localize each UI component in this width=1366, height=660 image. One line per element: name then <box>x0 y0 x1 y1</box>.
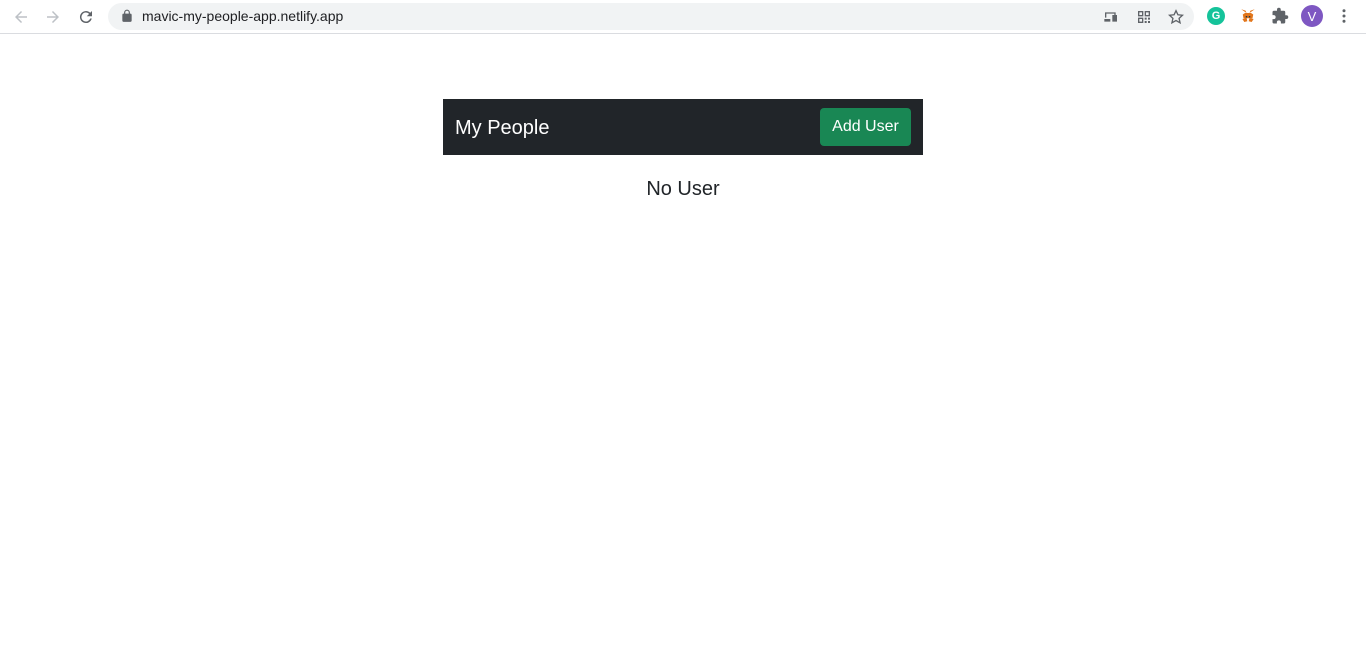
back-icon[interactable] <box>9 5 33 29</box>
more-menu-icon[interactable] <box>1334 6 1354 26</box>
metamask-icon[interactable] <box>1238 6 1258 26</box>
reload-icon[interactable] <box>74 5 98 29</box>
empty-state-message: No User <box>646 178 720 200</box>
lock-icon[interactable] <box>120 9 134 23</box>
grammarly-icon[interactable]: G <box>1206 6 1226 26</box>
browser-toolbar: mavic-my-people-app.netlify.app G V <box>0 0 1366 34</box>
forward-icon[interactable] <box>41 5 65 29</box>
cast-icon[interactable] <box>1102 8 1120 26</box>
profile-avatar[interactable]: V <box>1300 4 1324 28</box>
add-user-button[interactable]: Add User <box>820 108 911 146</box>
qr-code-icon[interactable] <box>1135 8 1153 26</box>
extensions-puzzle-icon[interactable] <box>1270 6 1290 26</box>
url-text: mavic-my-people-app.netlify.app <box>142 8 344 24</box>
app-brand[interactable]: My People <box>455 116 550 140</box>
bookmark-star-icon[interactable] <box>1167 8 1185 26</box>
address-bar[interactable]: mavic-my-people-app.netlify.app <box>108 3 1194 30</box>
app-navbar: My People Add User <box>443 99 923 155</box>
